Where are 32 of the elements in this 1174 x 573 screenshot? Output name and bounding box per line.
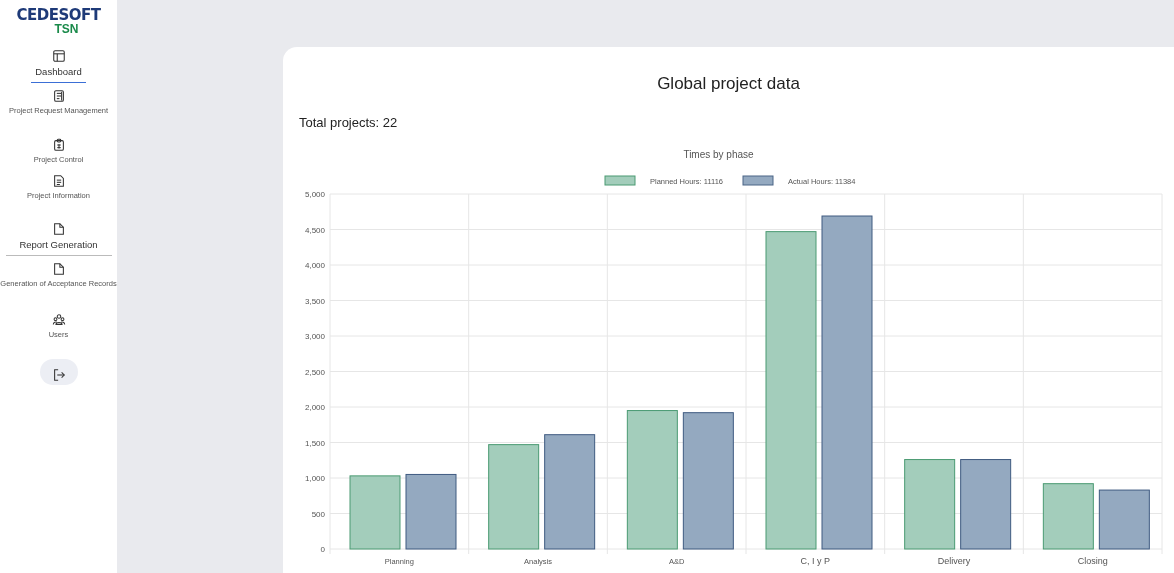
file-icon	[51, 222, 66, 236]
logout-icon	[51, 367, 66, 382]
axis-label: Delivery	[937, 556, 971, 566]
chart-title: Times by phase	[683, 149, 754, 160]
layout-icon	[51, 49, 66, 63]
sidebar-item[interactable]: Dashboard	[0, 43, 117, 84]
axis-label: 2,000	[304, 403, 325, 412]
axis-label: 3,500	[304, 296, 325, 306]
axis-label: 1,000	[304, 474, 325, 483]
axis-label: 5,000	[304, 190, 325, 199]
axis-label: 4,000	[304, 261, 325, 270]
total-projects: Total projects: 22	[299, 113, 399, 132]
axis-label: Closing	[1077, 556, 1108, 566]
axis-label: 0	[320, 545, 325, 554]
logout-button[interactable]	[39, 358, 78, 385]
axis-label: 3,000	[304, 332, 325, 341]
axis-label: 500	[311, 509, 325, 519]
bar	[1098, 489, 1150, 550]
clipboard-icon	[51, 137, 66, 152]
page-title: Global project data	[656, 73, 801, 95]
axis-label: 2,500	[304, 367, 325, 377]
sidebar-item[interactable]: Report Generation	[5, 216, 112, 257]
logo-text: CEDESOFT	[16, 8, 101, 23]
file-icon	[51, 262, 66, 277]
axis-label: 4,500	[304, 225, 325, 235]
bar	[1042, 483, 1094, 550]
axis-label: C, I y P	[800, 556, 831, 566]
document-icon	[51, 173, 66, 188]
logo-text: TSN	[54, 23, 80, 35]
users-icon	[51, 312, 66, 327]
axis-label: 1,500	[304, 438, 325, 448]
document-icon	[51, 89, 66, 104]
